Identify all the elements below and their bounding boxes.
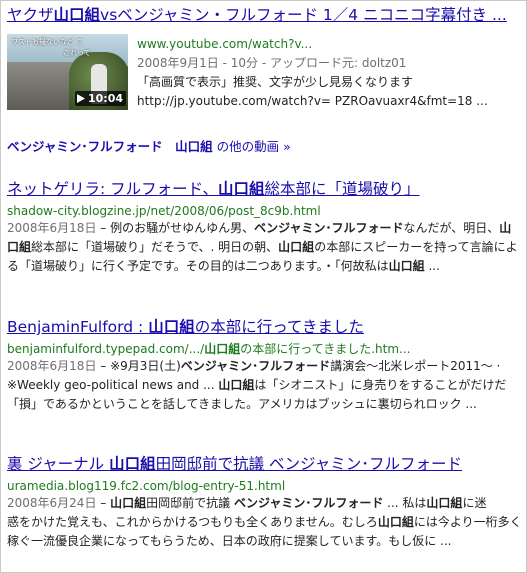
more-videos-link[interactable]: ベンジャミン･フルフォード 山口組 の他の動画 » — [7, 136, 291, 155]
snippet-text: は「シオニスト」に身売りをすることがだけだ — [254, 378, 507, 392]
snippet-text: には今より一桁多く — [413, 515, 520, 529]
result-snippet: 2008年6月24日 – 山口組田岡邸前で抗議 ベンジャミン･フルフォード ..… — [7, 494, 520, 551]
snippet-line: る「道場破り」に行く予定です。その目的は二つあります。・「何故私は山口組 ... — [7, 257, 520, 276]
result-url: benjaminfulford.typepad.com/.../山口組の本部に行… — [7, 341, 520, 357]
search-result: 裏 ジャーナル 山口組田岡邸前で抗議 ベンジャミン･フルフォード uramedi… — [7, 454, 520, 551]
title-keyword: 山口組 — [53, 6, 101, 24]
snippet-text: に迷 — [462, 496, 487, 510]
snippet-text: 田岡邸前で抗議 — [146, 496, 234, 510]
snippet-line: 2008年6月18日 – ※9月3日(土)ベンジャミン･フルフォード講演会～北米… — [7, 357, 520, 376]
title-text: BenjaminFulford : — [7, 318, 149, 336]
more-videos-query: ベンジャミン･フルフォード — [7, 139, 163, 154]
video-snippet: 「高画質で表示」推奨、文字が少し見易くなります — [137, 75, 414, 89]
url-keyword: 山口組 — [204, 342, 241, 356]
snippet-text: 「損」であるかということを話してきました。アメリカはブッシュに裏切られロック .… — [7, 397, 477, 411]
snippet-text: の本部にスピーカーを持って言論によ — [314, 240, 518, 254]
url-text: benjaminfulford.typepad.com/.../ — [7, 342, 205, 356]
result-url: shadow-city.blogzine.jp/net/2008/06/post… — [7, 204, 321, 218]
title-keyword: 山口組 — [148, 318, 195, 336]
snippet-text: – — [96, 496, 111, 510]
video-result: ヤクザ山口組vsベンジャミン・フルフォード 1／4 ニコニコ字幕付き ... ワ… — [7, 5, 520, 110]
result-url: uramedia.blog119.fc2.com/blog-entry-51.h… — [7, 479, 286, 493]
thumbnail-caption: ワストも撮ないなど こ — [11, 38, 84, 46]
snippet-text: 惑をかけた覚えも、これからかけるつもりも全くありません。むしろ — [7, 515, 378, 529]
result-title[interactable]: BenjaminFulford : 山口組の本部に行ってきました — [7, 317, 520, 337]
title-text: 裏 ジャーナル — [7, 455, 110, 473]
title-text: の本部に行ってきました — [194, 318, 364, 336]
snippet-keyword: 山口組 — [377, 515, 414, 529]
video-meta: 2008年9月1日 - 10分 - アップロード元: doltz01 — [137, 56, 407, 70]
snippet-text: る「道場破り」に行く予定です。その目的は二つあります。・「何故私は — [7, 259, 389, 273]
snippet-text: ※Weekly geo-political news and ... — [7, 378, 219, 392]
snippet-keyword: ベンジャミン･フルフォード — [254, 221, 404, 235]
result-date: 2008年6月24日 — [7, 496, 97, 510]
video-duration: 10:04 — [87, 92, 123, 105]
snippet-line: 2008年6月18日 – 例のお騒がせゆんゆん男、ベンジャミン･フルフォードなん… — [7, 219, 520, 238]
result-url: www.youtube.com/watch?v... — [137, 37, 313, 51]
title-text: ネットゲリラ: フルフォード、 — [7, 180, 219, 198]
snippet-keyword: 山口組 — [388, 259, 425, 273]
title-keyword: 山口組 — [218, 180, 265, 198]
more-videos-query: 山口組 — [175, 139, 213, 154]
url-text: の本部に行ってきました.htm... — [240, 342, 411, 356]
result-snippet: 2008年6月18日 – 例のお騒がせゆんゆん男、ベンジャミン･フルフォードなん… — [7, 219, 520, 276]
video-thumbnail[interactable]: ワストも撮ないなど こ これって 10:04 — [7, 34, 128, 110]
snippet-keyword: 口組 — [7, 240, 32, 254]
search-result: ネットゲリラ: フルフォード、山口組総本部に「道場破り」 shadow-city… — [7, 179, 520, 276]
thumbnail-caption: これって — [63, 49, 91, 57]
video-duration-badge: 10:04 — [74, 91, 126, 106]
title-text: ベンジャミン･フルフォード — [269, 455, 463, 473]
search-results-panel: ヤクザ山口組vsベンジャミン・フルフォード 1／4 ニコニコ字幕付き ... ワ… — [0, 0, 527, 573]
snippet-line: 惑をかけた覚えも、これからかけるつもりも全くありません。むしろ山口組には今より一… — [7, 513, 520, 532]
title-text: vsベンジャミン・フルフォード 1／4 ニコニコ字幕付き ... — [100, 6, 507, 24]
title-text: 田岡邸前で抗議 — [155, 455, 270, 473]
result-title[interactable]: 裏 ジャーナル 山口組田岡邸前で抗議 ベンジャミン･フルフォード — [7, 454, 520, 474]
snippet-line: 2008年6月24日 – 山口組田岡邸前で抗議 ベンジャミン･フルフォード ..… — [7, 494, 520, 513]
snippet-line: ※Weekly geo-political news and ... 山口組は「… — [7, 376, 520, 395]
snippet-keyword: 山口組 — [426, 496, 463, 510]
snippet-keyword: ベンジャミン･フルフォード — [180, 359, 331, 373]
title-keyword: 山口組 — [109, 455, 156, 473]
snippet-line: 「損」であるかということを話してきました。アメリカはブッシュに裏切られロック .… — [7, 395, 520, 414]
snippet-keyword: 山口組 — [278, 240, 315, 254]
snippet-keyword: 山口組 — [218, 378, 255, 392]
snippet-keyword: ベンジャミン･フルフォード — [233, 496, 384, 510]
snippet-text: なんだが、明日、 — [403, 221, 500, 235]
snippet-text: 総本部に「道場破り」だそうで、. 明日の朝、 — [31, 240, 279, 254]
video-result-title[interactable]: ヤクザ山口組vsベンジャミン・フルフォード 1／4 ニコニコ字幕付き ... — [7, 5, 520, 25]
play-icon — [76, 94, 85, 103]
title-text: 総本部に「道場破り」 — [264, 180, 420, 198]
thumbnail-wall — [7, 62, 77, 110]
snippet-text: 稼ぐ一流優良企業になってもらうため、日本の政府に提案しています。もし仮に ... — [7, 534, 452, 548]
result-date: 2008年6月18日 — [7, 359, 97, 373]
snippet-keyword: 山 — [499, 221, 512, 235]
snippet-keyword: 山口組 — [110, 496, 147, 510]
title-text: ヤクザ — [7, 6, 54, 24]
snippet-text: – ※9月3日(土) — [96, 359, 181, 373]
result-title[interactable]: ネットゲリラ: フルフォード、山口組総本部に「道場破り」 — [7, 179, 520, 199]
result-snippet: 2008年6月18日 – ※9月3日(土)ベンジャミン･フルフォード講演会～北米… — [7, 357, 520, 414]
more-videos-suffix: の他の動画 » — [212, 139, 291, 154]
snippet-text: 講演会～北米レポート2011～ · — [330, 359, 501, 373]
snippet-text: ... — [424, 259, 440, 273]
search-result: BenjaminFulford : 山口組の本部に行ってきました benjami… — [7, 317, 520, 414]
snippet-text: ... 私は — [383, 496, 427, 510]
snippet-line: 口組総本部に「道場破り」だそうで、. 明日の朝、山口組の本部にスピーカーを持って… — [7, 238, 520, 257]
video-info: www.youtube.com/watch?v... 2008年9月1日 - 1… — [137, 35, 520, 111]
result-date: 2008年6月18日 — [7, 221, 97, 235]
snippet-line: 稼ぐ一流優良企業になってもらうため、日本の政府に提案しています。もし仮に ... — [7, 532, 520, 551]
snippet-text: – 例のお騒がせゆんゆん男、 — [96, 221, 255, 235]
video-snippet: http://jp.youtube.com/watch?v= PZROavuax… — [137, 94, 488, 108]
